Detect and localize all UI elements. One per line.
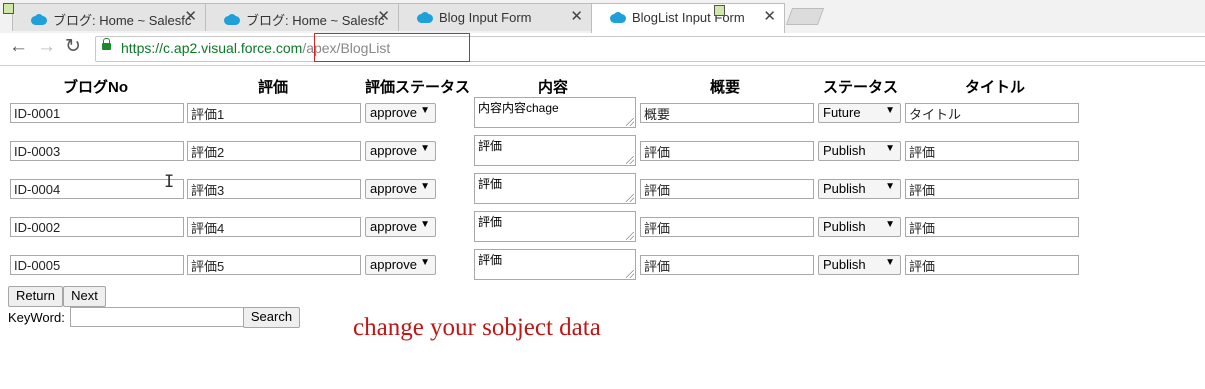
chevron-down-icon: ▼ <box>885 143 895 154</box>
resize-grip-icon[interactable] <box>626 156 634 164</box>
hyoka-status-select[interactable]: approve ▼ <box>365 179 436 199</box>
gaiyou-input[interactable] <box>640 141 814 161</box>
salesforce-cloud-icon <box>224 14 240 25</box>
close-icon[interactable]: ✕ <box>570 9 583 24</box>
resize-grip-icon[interactable] <box>626 232 634 240</box>
keyword-label: KeyWord: <box>8 310 65 325</box>
chevron-down-icon: ▼ <box>420 257 430 268</box>
forward-arrow-icon[interactable]: → <box>37 37 56 56</box>
title-input[interactable] <box>905 255 1079 275</box>
close-icon[interactable]: ✕ <box>763 9 776 24</box>
hyoka-input[interactable] <box>187 179 361 199</box>
blog-no-input[interactable] <box>10 255 184 275</box>
column-header-hyoka-status: 評価ステータス <box>365 79 471 96</box>
hyoka-input[interactable] <box>187 103 361 123</box>
blog-no-input[interactable] <box>10 217 184 237</box>
next-button[interactable]: Next <box>63 286 106 307</box>
naiyou-textarea[interactable]: 評価 <box>474 249 636 280</box>
title-input[interactable] <box>905 141 1079 161</box>
hyoka-input[interactable] <box>187 141 361 161</box>
chevron-down-icon: ▼ <box>885 257 895 268</box>
status-select[interactable]: Publish ▼ <box>818 141 901 161</box>
salesforce-cloud-icon <box>31 14 47 25</box>
back-arrow-icon[interactable]: ← <box>9 37 28 56</box>
column-header-naiyou: 内容 <box>538 79 569 96</box>
browser-toolbar: ← → ↻ https://c.ap2.visual.force.com/ape… <box>0 33 1205 66</box>
annotation-caption: change your sobject data <box>353 314 601 341</box>
text-cursor-icon: I <box>164 172 175 192</box>
chevron-down-icon: ▼ <box>420 181 430 192</box>
naiyou-textarea[interactable]: 評価 <box>474 211 636 242</box>
url-path-highlight-box <box>314 33 470 62</box>
blog-no-input[interactable] <box>10 103 184 123</box>
hyoka-status-select[interactable]: approve ▼ <box>365 217 436 237</box>
hyoka-input[interactable] <box>187 217 361 237</box>
resize-grip-icon[interactable] <box>626 118 634 126</box>
naiyou-textarea[interactable]: 評価 <box>474 173 636 204</box>
status-select[interactable]: Publish ▼ <box>818 217 901 237</box>
salesforce-cloud-icon <box>417 12 433 23</box>
chevron-down-icon: ▼ <box>885 105 895 116</box>
gaiyou-input[interactable] <box>640 103 814 123</box>
status-select[interactable]: Publish ▼ <box>818 179 901 199</box>
lock-icon <box>102 38 111 50</box>
title-input[interactable] <box>905 179 1079 199</box>
blog-no-input[interactable] <box>10 179 184 199</box>
gaiyou-input[interactable] <box>640 217 814 237</box>
hyoka-status-select[interactable]: approve ▼ <box>365 255 436 275</box>
title-input[interactable] <box>905 103 1079 123</box>
chevron-down-icon: ▼ <box>420 219 430 230</box>
column-header-title: タイトル <box>965 79 1026 96</box>
close-icon[interactable]: ✕ <box>377 9 390 24</box>
browser-tab-2[interactable]: ブログ: Home ~ Salesfc ✕ <box>205 3 399 31</box>
search-button[interactable]: Search <box>243 307 300 328</box>
blog-no-input[interactable] <box>10 141 184 161</box>
chevron-down-icon: ▼ <box>420 143 430 154</box>
chevron-down-icon: ▼ <box>885 219 895 230</box>
address-bar[interactable]: https://c.ap2.visual.force.com/apex/Blog… <box>95 36 1205 62</box>
browser-tab-4-active[interactable]: BlogList Input Form ✕ <box>591 3 785 34</box>
chevron-down-icon: ▼ <box>420 105 430 116</box>
hyoka-status-select[interactable]: approve ▼ <box>365 103 436 123</box>
column-header-gaiyou: 概要 <box>710 79 741 96</box>
browser-tab-1[interactable]: ブログ: Home ~ Salesfc ✕ <box>12 3 206 31</box>
browser-tab-strip: ブログ: Home ~ Salesfc ✕ ブログ: Home ~ Salesf… <box>0 0 1205 34</box>
new-tab-button[interactable] <box>785 8 825 25</box>
gaiyou-input[interactable] <box>640 179 814 199</box>
window-marker-icon <box>714 5 725 16</box>
hyoka-status-select[interactable]: approve ▼ <box>365 141 436 161</box>
hyoka-input[interactable] <box>187 255 361 275</box>
column-header-blog-no: ブログNo <box>63 79 128 96</box>
tab-title: ブログ: Home ~ Salesfc <box>246 13 385 28</box>
status-select[interactable]: Publish ▼ <box>818 255 901 275</box>
status-select[interactable]: Future ▼ <box>818 103 901 123</box>
reload-icon[interactable]: ↻ <box>65 37 81 56</box>
window-marker-icon <box>3 3 14 14</box>
close-icon[interactable]: ✕ <box>184 9 197 24</box>
naiyou-textarea[interactable]: 評価 <box>474 135 636 166</box>
resize-grip-icon[interactable] <box>626 194 634 202</box>
browser-tab-3[interactable]: Blog Input Form ✕ <box>398 3 592 31</box>
column-header-status: ステータス <box>823 79 899 96</box>
gaiyou-input[interactable] <box>640 255 814 275</box>
naiyou-textarea[interactable]: 内容内容chage <box>474 97 636 128</box>
salesforce-cloud-icon <box>610 12 626 23</box>
resize-grip-icon[interactable] <box>626 270 634 278</box>
tab-title: BlogList Input Form <box>632 10 745 25</box>
title-input[interactable] <box>905 217 1079 237</box>
keyword-input[interactable] <box>70 307 244 327</box>
tab-title: Blog Input Form <box>439 10 532 25</box>
return-button[interactable]: Return <box>8 286 63 307</box>
chevron-down-icon: ▼ <box>885 181 895 192</box>
tab-title: ブログ: Home ~ Salesfc <box>53 13 192 28</box>
column-header-hyoka: 評価 <box>258 79 289 96</box>
